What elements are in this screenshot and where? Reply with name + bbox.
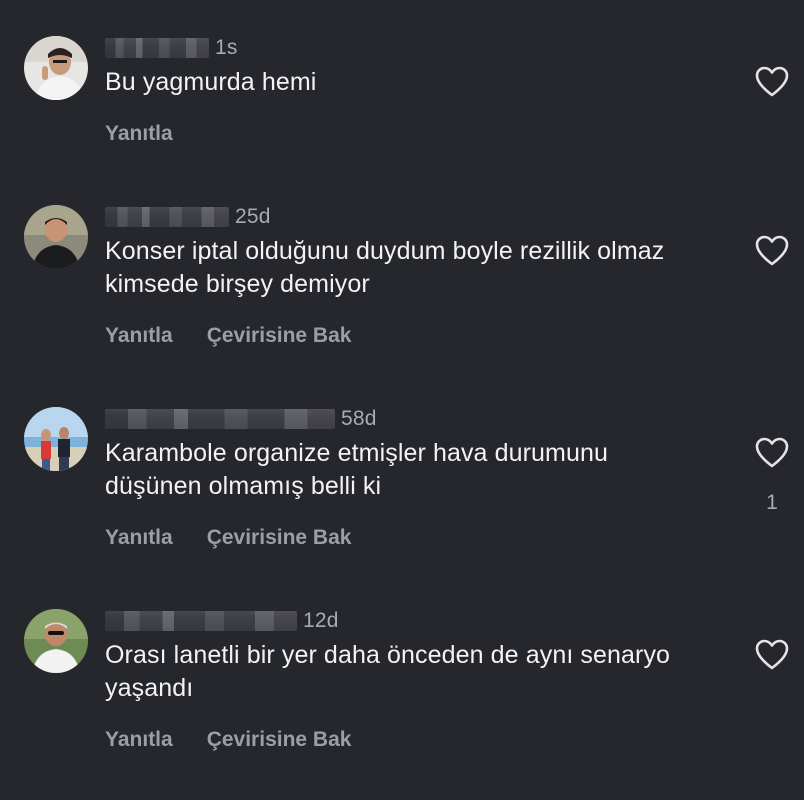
comment-meta: 1s — [105, 36, 238, 59]
see-translation-button[interactable]: Çevirisine Bak — [207, 526, 352, 550]
comment-meta: 12d — [105, 609, 339, 632]
heart-outline-icon[interactable] — [754, 639, 790, 671]
reply-button[interactable]: Yanıtla — [105, 728, 173, 752]
comment-text: Bu yagmurda hemi — [105, 68, 317, 96]
comment-text: Konser iptal olduğunu duydum boyle rezil… — [105, 237, 665, 298]
username-blurred[interactable] — [105, 207, 229, 227]
user-avatar[interactable] — [24, 205, 88, 269]
see-translation-button[interactable]: Çevirisine Bak — [207, 728, 352, 752]
comment-actions: Yanıtla Çevirisine Bak — [105, 324, 351, 348]
user-avatar[interactable] — [24, 609, 88, 673]
comment-time: 25d — [235, 205, 271, 228]
heart-outline-icon[interactable] — [754, 437, 790, 469]
comment-actions: Yanıtla — [105, 122, 173, 146]
comment-actions: Yanıtla Çevirisine Bak — [105, 526, 351, 550]
comment-time: 58d — [341, 407, 377, 430]
comment-text: Orası lanetli bir yer daha önceden de ay… — [105, 641, 671, 702]
user-avatar[interactable] — [24, 407, 88, 471]
comment-list: 1s Bu yagmurda hemi Yanıtla 25d Konser i… — [0, 0, 804, 800]
username-blurred[interactable] — [105, 409, 335, 429]
see-translation-button[interactable]: Çevirisine Bak — [207, 324, 352, 348]
comment-time: 12d — [303, 609, 339, 632]
comment-text: Karambole organize etmişler hava durumun… — [105, 439, 608, 500]
comment-meta: 58d — [105, 407, 377, 430]
reply-button[interactable]: Yanıtla — [105, 122, 173, 146]
heart-outline-icon[interactable] — [754, 235, 790, 267]
like-count[interactable]: 1 — [754, 491, 790, 515]
username-blurred[interactable] — [105, 38, 209, 58]
reply-button[interactable]: Yanıtla — [105, 526, 173, 550]
heart-outline-icon[interactable] — [754, 66, 790, 98]
comment-actions: Yanıtla Çevirisine Bak — [105, 728, 351, 752]
comment-meta: 25d — [105, 205, 271, 228]
comment-time: 1s — [215, 36, 238, 59]
user-avatar[interactable] — [24, 36, 88, 100]
reply-button[interactable]: Yanıtla — [105, 324, 173, 348]
username-blurred[interactable] — [105, 611, 297, 631]
